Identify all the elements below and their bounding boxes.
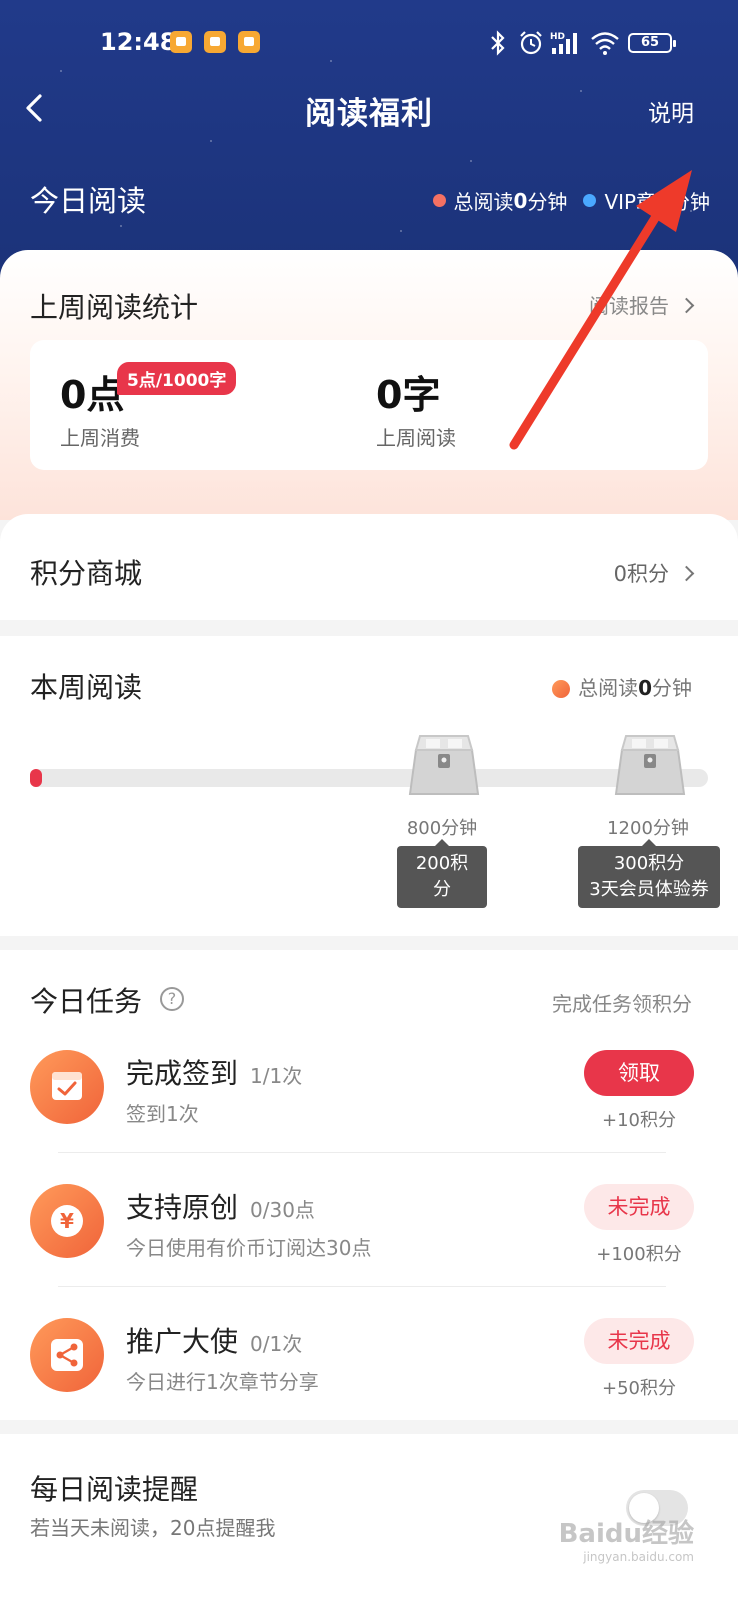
explain-button[interactable]: 说明 <box>648 94 694 128</box>
divider <box>58 1152 666 1153</box>
task-reward: +50积分 <box>602 1378 676 1399</box>
last-week-title: 上周阅读统计 <box>30 291 199 324</box>
today-reading-stats: 总阅读 0 分钟 VIP章 0 分钟 <box>432 186 710 215</box>
signal-icon: HD <box>550 32 577 54</box>
task-name: 支持原创 <box>126 1191 239 1224</box>
message-icon <box>238 31 260 53</box>
milestone-reward-tooltip: 200积分 <box>397 839 487 908</box>
task-progress: 0/30点 <box>250 1198 315 1222</box>
task-reward: +100积分 <box>596 1244 682 1265</box>
today-reading-row: 今日阅读 总阅读 0 分钟 VIP章 0 分钟 <box>30 178 710 220</box>
treasure-chest-icon[interactable] <box>612 732 688 802</box>
this-week-total-value: 0 <box>638 676 652 700</box>
vip-read-unit: 分钟 <box>670 190 710 214</box>
alarm-icon <box>520 31 542 55</box>
divider <box>58 1286 666 1287</box>
vip-read-value: 0 <box>656 188 670 213</box>
vip-read-dot <box>583 194 597 207</box>
tasks-hint: 完成任务领积分 <box>552 992 692 1016</box>
task-row: 完成签到 1/1次 签到1次 领取 +10积分 <box>0 1034 738 1168</box>
this-week-card: 本周阅读 总阅读0分钟 800分钟 200积分 1200分钟 300积分 3天会… <box>0 636 738 936</box>
claim-button[interactable]: 领取 <box>584 1050 694 1096</box>
task-row: ¥ 支持原创 0/30点 今日使用有价币订阅达30点 未完成 +100积分 <box>0 1168 738 1302</box>
points-mall-title: 积分商城 <box>30 557 143 590</box>
page-title: 阅读福利 <box>305 96 433 132</box>
wifi-icon <box>591 32 619 55</box>
today-tasks-title: 今日任务 <box>30 985 143 1018</box>
this-week-total-prefix: 总阅读 <box>578 676 639 700</box>
milestone-reward: 200积分 <box>415 853 469 900</box>
watermark: Baidu经验 jingyan.baidu.com <box>559 1513 694 1564</box>
incomplete-button[interactable]: 未完成 <box>584 1318 694 1364</box>
status-time: 12:48 <box>100 28 177 56</box>
vip-read-prefix: VIP章 <box>604 190 657 214</box>
daily-reminder-title: 每日阅读提醒 <box>30 1473 199 1506</box>
last-week-read-label: 上周阅读 <box>376 426 456 450</box>
task-row: 推广大使 0/1次 今日进行1次章节分享 未完成 +50积分 <box>0 1302 738 1436</box>
nav-bar: 阅读福利 说明 <box>0 80 738 136</box>
milestone-reward: 300积分 <box>613 853 685 874</box>
battery-icon: 65 <box>628 33 676 53</box>
task-progress: 0/1次 <box>250 1332 303 1356</box>
share-icon <box>30 1318 104 1392</box>
last-week-consumption-label: 上周消费 <box>60 426 140 450</box>
rate-badge: 5点/1000字 <box>117 362 237 395</box>
last-week-read: 0字 <box>376 373 441 417</box>
total-read-prefix: 总阅读 <box>453 190 514 214</box>
calendar-check-icon <box>30 1050 104 1124</box>
this-week-total: 总阅读0分钟 <box>552 672 692 701</box>
reading-report-label: 阅读报告 <box>589 294 669 318</box>
weekly-progress-fill <box>30 769 42 787</box>
message-icon <box>204 31 226 53</box>
total-read-value: 0 <box>513 188 528 213</box>
this-week-title: 本周阅读 <box>30 671 143 704</box>
watermark-url: jingyan.baidu.com <box>583 1550 694 1564</box>
total-read-dot <box>552 680 571 698</box>
task-name: 推广大使 <box>126 1325 239 1358</box>
daily-reminder-desc: 若当天未阅读，20点提醒我 <box>30 1516 276 1540</box>
weekly-progress-bar <box>30 769 708 787</box>
reading-report-link[interactable]: 阅读报告 <box>589 290 695 319</box>
milestone-reward-extra: 3天会员体验券 <box>589 879 709 900</box>
this-week-total-unit: 分钟 <box>652 676 692 700</box>
chevron-right-icon <box>678 297 695 314</box>
points-balance: 0积分 <box>613 558 695 588</box>
last-week-consumption: 0点 <box>60 373 125 417</box>
milestone-minutes: 800分钟 <box>406 818 478 839</box>
incomplete-button[interactable]: 未完成 <box>584 1184 694 1230</box>
last-week-stats-card: 上周阅读统计 阅读报告 0点 5点/1000字 上周消费 0字 上周阅读 <box>0 250 738 520</box>
task-progress: 1/1次 <box>250 1064 303 1088</box>
yuan-coin-icon: ¥ <box>30 1184 104 1258</box>
message-icon <box>170 31 192 53</box>
status-bar: 12:48 HD 65 <box>0 0 738 88</box>
help-icon[interactable]: ? <box>160 987 184 1011</box>
points-mall-row[interactable]: 积分商城 0积分 <box>0 514 738 620</box>
milestone-reward-tooltip: 300积分 3天会员体验券 <box>578 839 720 908</box>
svg-text:¥: ¥ <box>60 1209 74 1233</box>
task-name: 完成签到 <box>126 1057 239 1090</box>
task-desc: 签到1次 <box>126 1102 199 1126</box>
task-reward: +10积分 <box>602 1110 676 1131</box>
last-week-summary: 0点 5点/1000字 上周消费 0字 上周阅读 <box>30 340 708 470</box>
total-read-dot <box>432 194 446 207</box>
milestone-minutes: 1200分钟 <box>607 818 689 839</box>
today-reading-title: 今日阅读 <box>30 184 147 218</box>
task-desc: 今日使用有价币订阅达30点 <box>126 1236 372 1260</box>
points-balance-value: 0积分 <box>613 562 669 586</box>
total-read-unit: 分钟 <box>527 190 568 214</box>
today-tasks-card: 今日任务 ? 完成任务领积分 完成签到 1/1次 签到1次 领取 +10积分 ¥… <box>0 950 738 1420</box>
treasure-chest-icon[interactable] <box>406 732 482 802</box>
task-desc: 今日进行1次章节分享 <box>126 1370 319 1394</box>
svg-text:HD: HD <box>550 32 565 42</box>
chevron-right-icon <box>678 565 695 582</box>
bluetooth-icon <box>491 30 505 56</box>
watermark-text: Baidu经验 <box>558 1519 694 1549</box>
